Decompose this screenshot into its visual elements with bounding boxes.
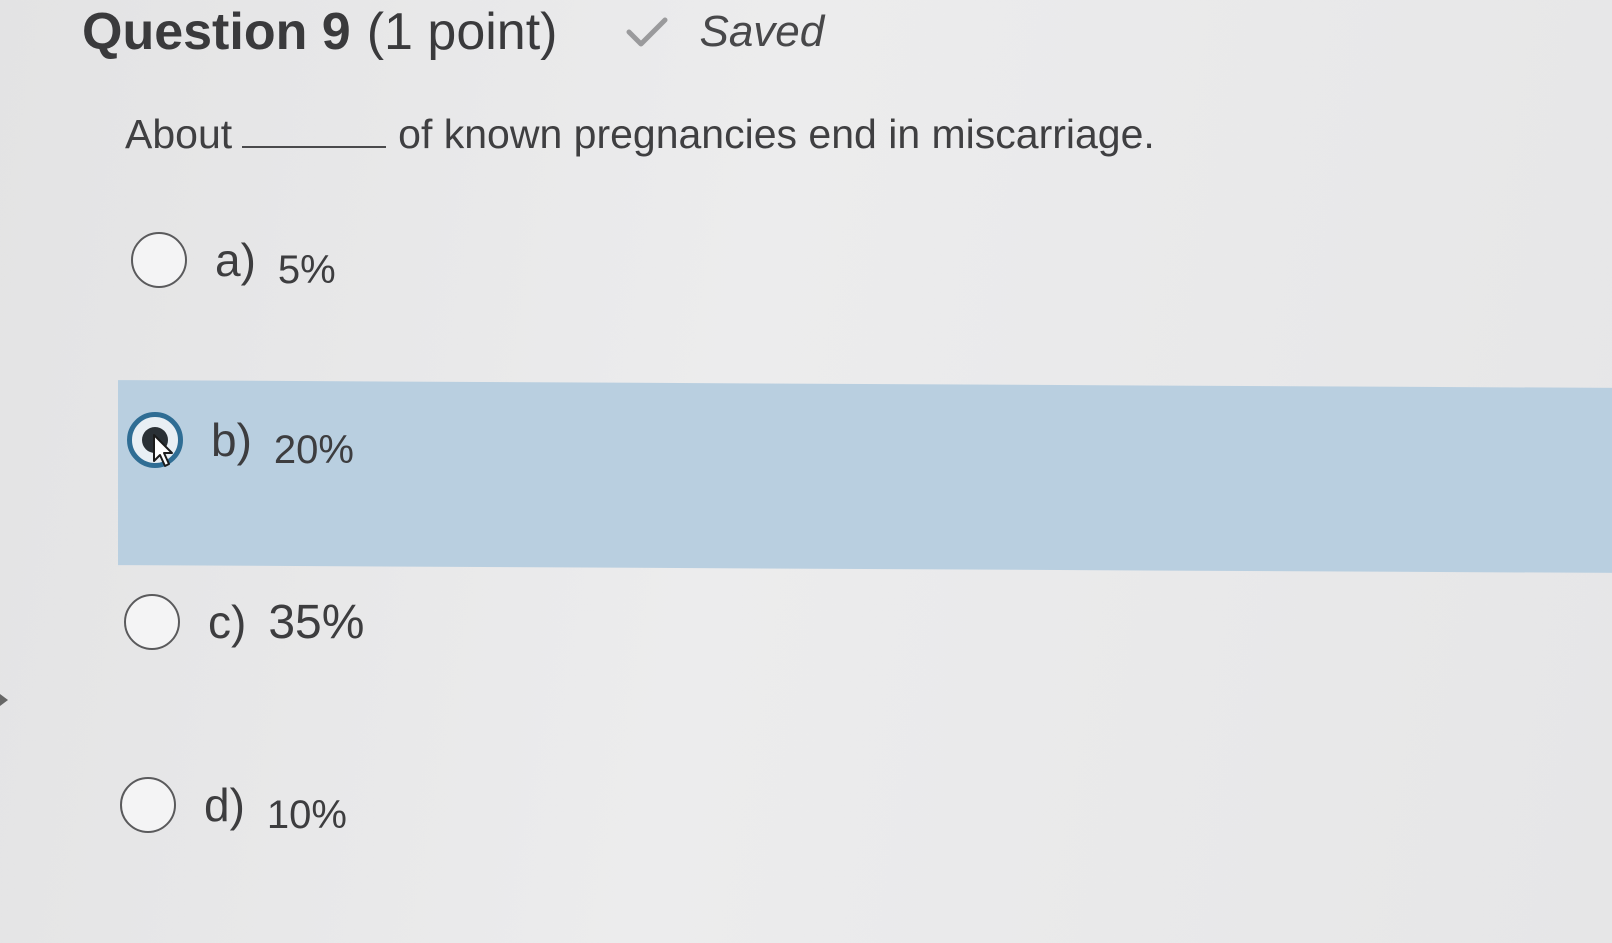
selected-option-highlight xyxy=(118,380,1612,573)
option-d[interactable]: d) 10% xyxy=(120,777,347,837)
edge-arrow-icon xyxy=(0,694,8,706)
option-value: 35% xyxy=(268,595,365,649)
fill-in-blank xyxy=(242,106,387,148)
question-prefix: About xyxy=(125,111,233,157)
option-letter: a) xyxy=(215,234,256,286)
mouse-pointer-icon xyxy=(153,434,173,467)
option-c[interactable]: c) 35% xyxy=(124,594,364,650)
radio-button-a[interactable] xyxy=(131,232,187,288)
option-letter: d) xyxy=(204,779,245,831)
option-value: 10% xyxy=(266,792,347,837)
option-letter: c) xyxy=(208,596,247,648)
radio-button-d[interactable] xyxy=(120,777,176,833)
checkmark-icon xyxy=(626,17,668,47)
option-value: 5% xyxy=(277,247,336,292)
question-number: Question 9 xyxy=(82,3,351,61)
option-a[interactable]: a) 5% xyxy=(131,232,336,292)
saved-label: Saved xyxy=(699,7,825,56)
option-letter: b) xyxy=(211,414,252,466)
question-header: Question 9 (1 point) Saved xyxy=(82,2,824,62)
question-suffix: of known pregnancies end in miscarriage. xyxy=(398,111,1155,157)
radio-button-c[interactable] xyxy=(124,594,180,650)
saved-status: Saved xyxy=(625,7,824,57)
option-value: 20% xyxy=(273,427,354,472)
option-b[interactable]: b) 20% xyxy=(127,412,354,472)
question-stem: About of known pregnancies end in miscar… xyxy=(125,106,1155,158)
radio-button-b[interactable] xyxy=(127,412,183,468)
question-points: (1 point) xyxy=(366,3,558,61)
